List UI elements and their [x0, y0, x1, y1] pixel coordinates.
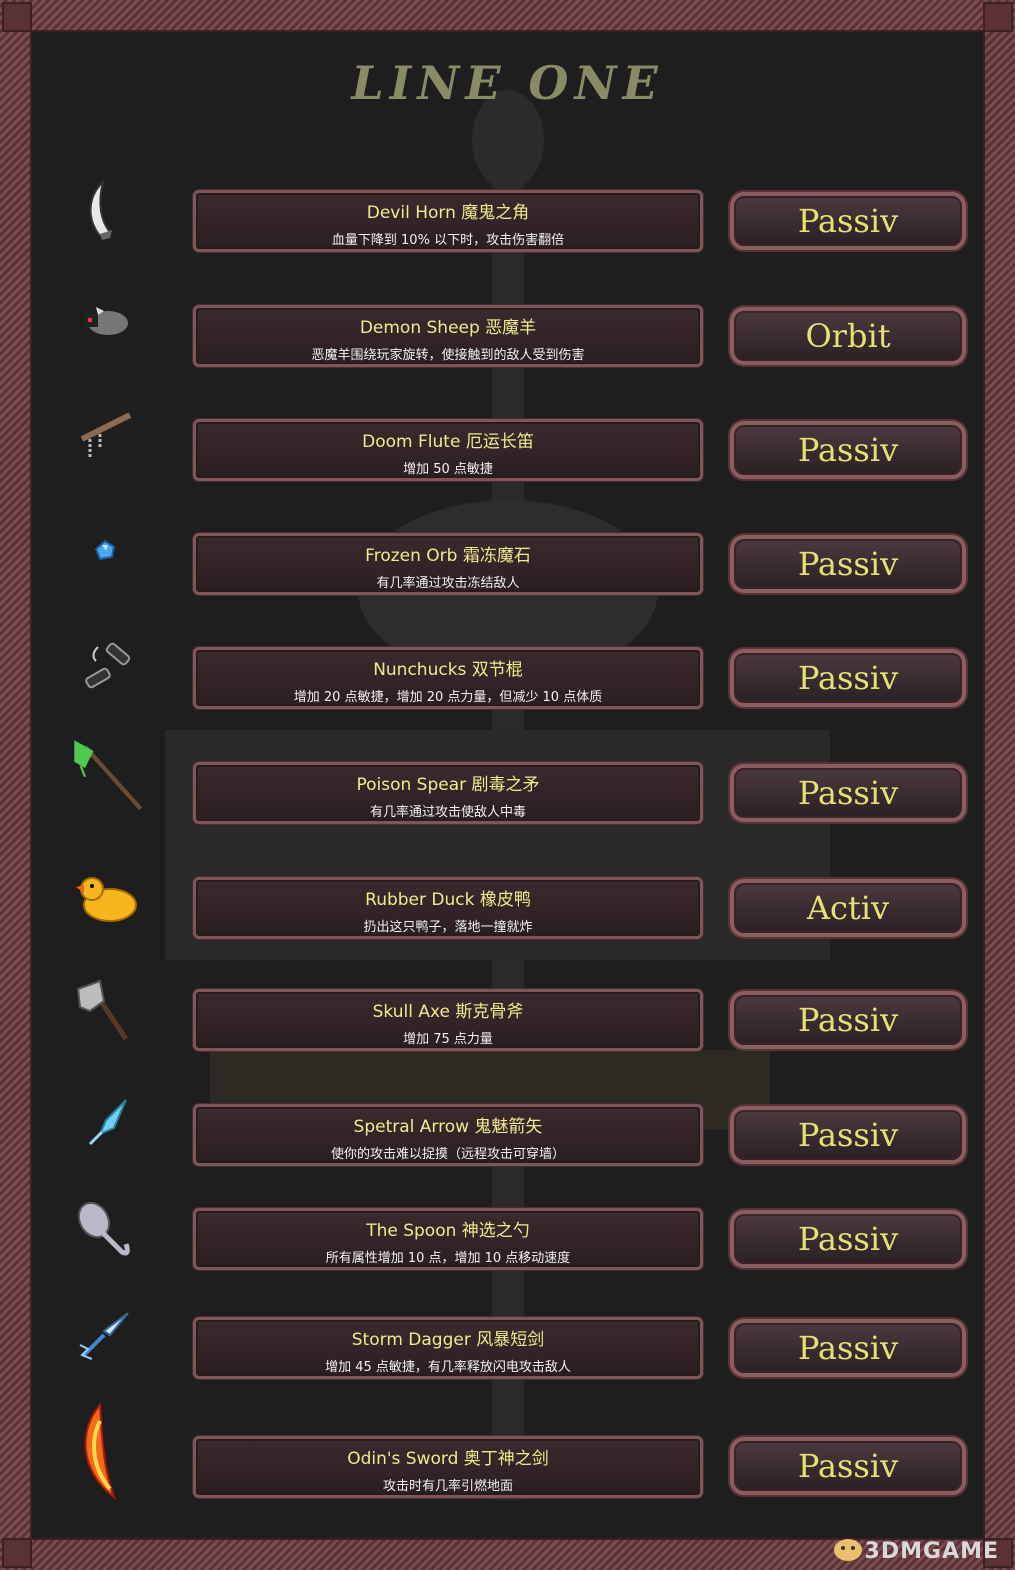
item-name: Rubber Duck 橡皮鸭: [365, 890, 531, 910]
item-effect: 血量下降到 10% 以下时，攻击伤害翻倍: [331, 233, 565, 248]
nunchucks-icon: [85, 642, 131, 689]
item-type-button[interactable]: Passiv: [730, 991, 966, 1049]
item-effect: 增加 50 点敏捷: [403, 462, 493, 477]
item-type-button[interactable]: Passiv: [730, 1210, 966, 1268]
spoon-icon: [77, 1201, 130, 1256]
list-item: Nunchucks 双节棍 增加 20 点敏捷，增加 20 点力量，但减少 10…: [30, 635, 985, 725]
item-name: Doom Flute 厄运长笛: [362, 432, 534, 452]
item-name: Spetral Arrow 鬼魅箭矢: [353, 1117, 543, 1137]
page-title: LINE ONE: [351, 56, 664, 110]
list-item: Rubber Duck 橡皮鸭 扔出这只鸭子，落地一撞就炸 Activ: [30, 865, 985, 955]
arrow-icon: [88, 1099, 127, 1146]
item-name: Nunchucks 双节棍: [373, 660, 523, 680]
item-type-button[interactable]: Passiv: [730, 1437, 966, 1495]
item-type-button[interactable]: Passiv: [730, 535, 966, 593]
item-type-button[interactable]: Activ: [730, 879, 966, 937]
item-description-box: Devil Horn 魔鬼之角 血量下降到 10% 以下时，攻击伤害翻倍: [193, 190, 703, 252]
spear-icon: [74, 740, 143, 811]
list-item: Skull Axe 斯克骨斧 增加 75 点力量 Passiv: [30, 977, 985, 1067]
item-effect: 攻击时有几率引燃地面: [382, 1479, 513, 1494]
list-item: Doom Flute 厄运长笛 增加 50 点敏捷 Passiv: [30, 407, 985, 497]
item-effect: 恶魔羊围绕玩家旋转，使接触到的敌人受到伤害: [311, 348, 585, 363]
axe-icon: [76, 979, 129, 1041]
item-description-box: Storm Dagger 风暴短剑 增加 45 点敏捷，有几率释放闪电攻击敌人: [193, 1317, 703, 1379]
item-name: Demon Sheep 恶魔羊: [359, 318, 537, 338]
dagger-icon: [79, 1312, 129, 1360]
frame-corner-bottom-left: [2, 1538, 32, 1568]
list-item: Odin's Sword 奥丁神之剑 攻击时有几率引燃地面 Passiv: [30, 1396, 985, 1500]
item-description-box: Rubber Duck 橡皮鸭 扔出这只鸭子，落地一撞就炸: [193, 877, 703, 939]
item-type-button[interactable]: Passiv: [730, 421, 966, 479]
item-name: Devil Horn 魔鬼之角: [366, 203, 530, 223]
item-description-box: Demon Sheep 恶魔羊 恶魔羊围绕玩家旋转，使接触到的敌人受到伤害: [193, 305, 703, 367]
item-type-button[interactable]: Passiv: [730, 649, 966, 707]
item-effect: 增加 75 点力量: [403, 1032, 493, 1047]
item-description-box: Poison Spear 剧毒之矛 有几率通过攻击使敌人中毒: [193, 762, 703, 824]
item-type-button[interactable]: Passiv: [730, 192, 966, 250]
content-panel: LINE ONE Devil Horn 魔鬼之角 血量下降到 10% 以下时，攻…: [30, 30, 985, 1540]
list-item: Poison Spear 剧毒之矛 有几率通过攻击使敌人中毒 Passiv: [30, 736, 985, 826]
item-description-box: Spetral Arrow 鬼魅箭矢 使你的攻击难以捉摸（远程攻击可穿墙）: [193, 1104, 703, 1166]
list-item: Frozen Orb 霜冻魔石 有几率通过攻击冻结敌人 Passiv: [30, 521, 985, 611]
item-description-box: Doom Flute 厄运长笛 增加 50 点敏捷: [193, 419, 703, 481]
item-name: Storm Dagger 风暴短剑: [351, 1330, 545, 1350]
list-item: Devil Horn 魔鬼之角 血量下降到 10% 以下时，攻击伤害翻倍 Pas…: [30, 178, 985, 268]
item-effect: 增加 20 点敏捷，增加 20 点力量，但减少 10 点体质: [293, 690, 603, 705]
item-description-box: Odin's Sword 奥丁神之剑 攻击时有几率引燃地面: [193, 1436, 703, 1498]
sword-icon: [84, 1402, 117, 1500]
sheep-icon: [84, 307, 128, 335]
flute-icon: [80, 412, 132, 457]
orb-icon: [94, 539, 116, 561]
item-name: Frozen Orb 霜冻魔石: [365, 546, 531, 566]
item-effect: 增加 45 点敏捷，有几率释放闪电攻击敌人: [325, 1360, 571, 1375]
duck-icon: [76, 877, 137, 922]
item-effect: 所有属性增加 10 点，增加 10 点移动速度: [325, 1251, 571, 1266]
watermark-text: 3DMGAME: [864, 1539, 999, 1564]
item-description-box: Frozen Orb 霜冻魔石 有几率通过攻击冻结敌人: [193, 533, 703, 595]
list-item: The Spoon 神选之勺 所有属性增加 10 点，增加 10 点移动速度 P…: [30, 1196, 985, 1286]
item-effect: 扔出这只鸭子，落地一撞就炸: [363, 920, 533, 935]
item-description-box: Skull Axe 斯克骨斧 增加 75 点力量: [193, 989, 703, 1051]
frame-corner-top-right: [983, 2, 1013, 32]
list-item: Storm Dagger 风暴短剑 增加 45 点敏捷，有几率释放闪电攻击敌人 …: [30, 1305, 985, 1395]
item-effect: 使你的攻击难以捉摸（远程攻击可穿墙）: [330, 1147, 565, 1162]
item-type-button[interactable]: Passiv: [730, 764, 966, 822]
item-description-box: Nunchucks 双节棍 增加 20 点敏捷，增加 20 点力量，但减少 10…: [193, 647, 703, 709]
item-name: Poison Spear 剧毒之矛: [356, 775, 540, 795]
list-item: Demon Sheep 恶魔羊 恶魔羊围绕玩家旋转，使接触到的敌人受到伤害 Or…: [30, 293, 985, 383]
item-name: Odin's Sword 奥丁神之剑: [347, 1449, 549, 1469]
item-type-button[interactable]: Passiv: [730, 1106, 966, 1164]
item-name: Skull Axe 斯克骨斧: [372, 1002, 524, 1022]
list-item: Spetral Arrow 鬼魅箭矢 使你的攻击难以捉摸（远程攻击可穿墙） Pa…: [30, 1092, 985, 1182]
watermark-logo-icon: [834, 1539, 862, 1561]
item-type-button[interactable]: Orbit: [730, 307, 966, 365]
item-type-button[interactable]: Passiv: [730, 1319, 966, 1377]
item-name: The Spoon 神选之勺: [366, 1221, 530, 1241]
item-effect: 有几率通过攻击冻结敌人: [376, 576, 520, 591]
frame-corner-top-left: [2, 2, 32, 32]
horn-icon: [89, 178, 112, 240]
item-description-box: The Spoon 神选之勺 所有属性增加 10 点，增加 10 点移动速度: [193, 1208, 703, 1270]
item-effect: 有几率通过攻击使敌人中毒: [369, 805, 526, 820]
